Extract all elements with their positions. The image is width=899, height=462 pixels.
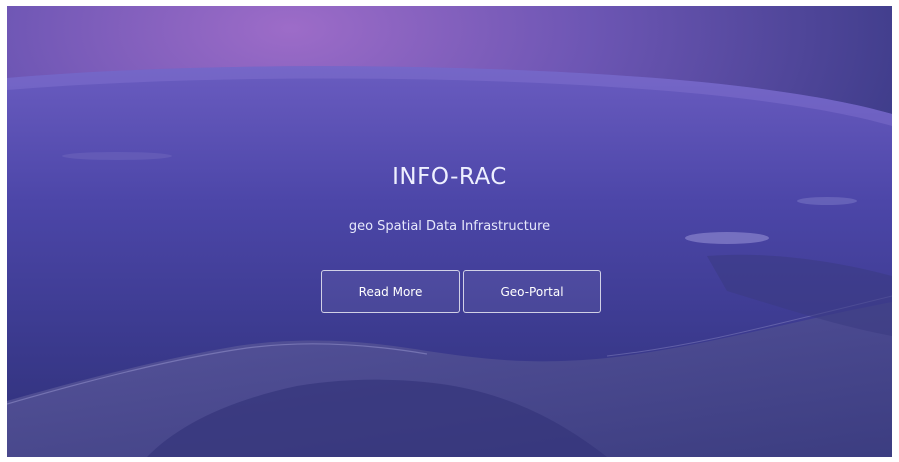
page-title: INFO-RAC [392,164,507,190]
hero-section: INFO-RAC geo Spatial Data Infrastructure… [7,6,892,457]
geo-portal-button[interactable]: Geo-Portal [463,270,601,313]
read-more-button[interactable]: Read More [321,270,460,313]
page-subtitle: geo Spatial Data Infrastructure [348,219,551,234]
